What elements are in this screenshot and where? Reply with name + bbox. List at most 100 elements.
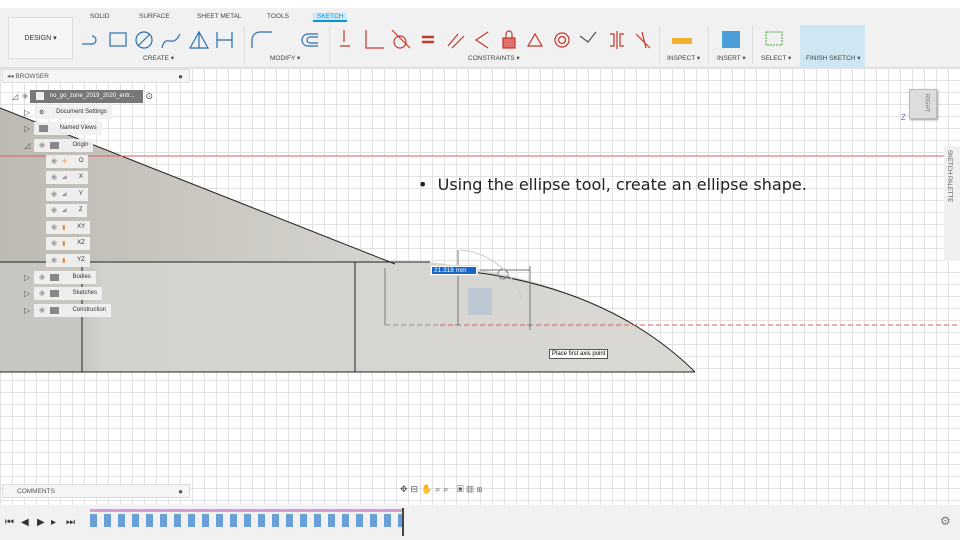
fit-icon[interactable]: ⌕ [443,484,451,494]
play-icon[interactable]: ▶ [37,517,45,528]
tree-item-bodies[interactable]: ▷ ◉ Bodies [24,270,96,284]
view-cube[interactable]: RIGHT [909,89,937,119]
component-icon [35,92,44,100]
folder-icon [50,273,60,281]
view-cube-face[interactable]: RIGHT [923,94,929,113]
design-workspace-button[interactable]: DESIGN ▾ [8,17,73,59]
go-to-end-icon[interactable]: ⏭ [66,517,75,528]
pin-icon[interactable]: ● [178,487,183,496]
comments-title: COMMENTS [17,487,55,495]
timeline-settings-icon[interactable]: ⚙ [940,514,951,528]
fillet-icon [251,31,272,48]
constraints-menu[interactable]: CONSTRAINTS ▾ [468,54,520,62]
triangle-icon [188,30,210,49]
eye-icon[interactable]: ◉ [22,92,28,100]
tree-item-xy-plane[interactable]: ◉ ▮ XY [46,220,91,234]
offset-icon [301,33,318,47]
dimension-icon [216,32,233,48]
tab-sheet-metal[interactable]: SHEET METAL [197,13,242,20]
modify-menu[interactable]: MODIFY ▾ [270,54,300,62]
z-axis-label: Z [901,113,906,122]
axis-icon: ⊿ [62,207,68,214]
timeline: ⏮ ◀ ▶ ▸ ⏭ ⚙ [0,505,960,540]
tree-label: O [78,158,84,164]
axis-icon: ⊿ [62,191,68,198]
activate-radio-icon[interactable]: ⊙ [146,91,154,102]
step-forward-icon[interactable]: ▸ [51,517,56,528]
viewports-icon[interactable]: ⊞ [477,484,486,494]
sketch-palette-label[interactable]: SKETCH PALETTE [946,150,952,202]
tree-label: X [78,174,83,180]
tab-tools[interactable]: TOOLS [267,13,289,20]
instruction-text: • Using the ellipse tool, create an elli… [418,175,807,194]
tab-sketch[interactable]: SKETCH [313,13,348,22]
insert-menu[interactable]: INSERT ▾ [717,54,746,62]
timeline-marker[interactable] [402,508,404,536]
timeline-features[interactable] [90,514,403,527]
tree-label: Z [78,207,83,213]
tree-item-y-axis[interactable]: ◉ ⊿ Y [46,187,88,201]
ellipse-preview [468,288,492,315]
tree-label: Sketches [72,290,98,296]
tree-item-construction[interactable]: ▷ ◉ Construction [24,303,112,317]
grid-icon[interactable]: ▥ [467,484,477,494]
pin-icon[interactable]: ● [178,72,183,81]
eye-icon[interactable]: ◉ [39,141,45,149]
create-menu[interactable]: CREATE ▾ [143,54,174,62]
tree-item-origin-point[interactable]: ◉ ✛ O [46,154,89,168]
tree-item-yz-plane[interactable]: ◉ ▮ YZ [46,253,90,267]
dimension-input[interactable]: 21.318 mm [430,265,478,276]
collinear-icon [474,31,489,49]
axis-icon: ⊿ [62,174,68,181]
step-back-icon[interactable]: ◀ [21,517,29,528]
line-icon [82,35,97,45]
tree-label: XY [77,224,86,230]
tree-label: XZ [77,240,85,246]
go-to-start-icon[interactable]: ⏮ [5,517,14,528]
orbit-icon[interactable]: ✥ [400,484,411,494]
coincident-icon [579,31,597,43]
plane-icon: ▮ [62,224,66,231]
tree-item-named-views[interactable]: ▷ Named Views [24,121,102,135]
rectangle-icon [109,32,127,47]
folder-icon [39,124,48,132]
insert-image-icon [722,31,740,48]
instruction-note: Using the ellipse tool, create an ellips… [437,175,807,194]
comments-panel[interactable]: COMMENTS ● [2,484,190,498]
spline-icon [161,33,181,49]
tree-label: Bodies [72,274,91,280]
gear-icon: ⚙ [39,109,45,116]
curvature-icon [635,31,651,49]
select-menu[interactable]: SELECT ▾ [761,54,791,62]
timeline-track[interactable] [90,509,403,512]
symmetry-icon [610,31,624,49]
tree-item-document-settings[interactable]: ▷ ⚙ Document Settings [24,105,112,119]
lock-icon [502,37,516,49]
sketch-canvas[interactable]: 21.318 mm Place first axis point ◂◂ BROW… [0,68,960,505]
concentric-icon [554,32,570,48]
select-icon [765,31,783,46]
browser-root[interactable]: ◿ ◉ no_go_zone_2019_2020_entr... ⊙ [12,89,153,103]
look-at-icon[interactable]: ⊟ [411,484,422,494]
dimension-value[interactable]: 21.318 mm [432,267,476,274]
tree-item-sketches[interactable]: ▷ ◉ Sketches [24,286,103,300]
tree-label: YZ [77,257,85,263]
browser-panel-header[interactable]: ◂◂ BROWSER ● [2,69,190,83]
collapse-icon[interactable]: ◂◂ [7,72,15,80]
tab-solid[interactable]: SOLID [90,13,110,20]
tree-item-origin[interactable]: ◿ ◉ Origin [24,138,94,152]
navigation-bar[interactable]: ✥⊟✋⌕⌕ ▣▥⊞ [400,484,485,495]
measure-icon [672,38,692,44]
inspect-menu[interactable]: INSPECT ▾ [667,54,700,62]
display-settings-icon[interactable]: ▣ [457,484,467,494]
tree-label: Y [78,191,83,197]
tab-surface[interactable]: SURFACE [139,13,170,20]
tree-item-x-axis[interactable]: ◉ ⊿ X [46,170,88,184]
folder-icon [50,141,60,149]
origin-point-icon: ✛ [62,158,68,165]
finish-sketch-menu[interactable]: FINISH SKETCH ▾ [806,54,861,62]
sketch-palette-tab[interactable]: SKETCH PALETTE [944,146,960,261]
pan-icon[interactable]: ✋ [421,484,435,494]
tree-item-xz-plane[interactable]: ◉ ▮ XZ [46,236,90,250]
tree-item-z-axis[interactable]: ◉ ⊿ Z [46,203,88,217]
